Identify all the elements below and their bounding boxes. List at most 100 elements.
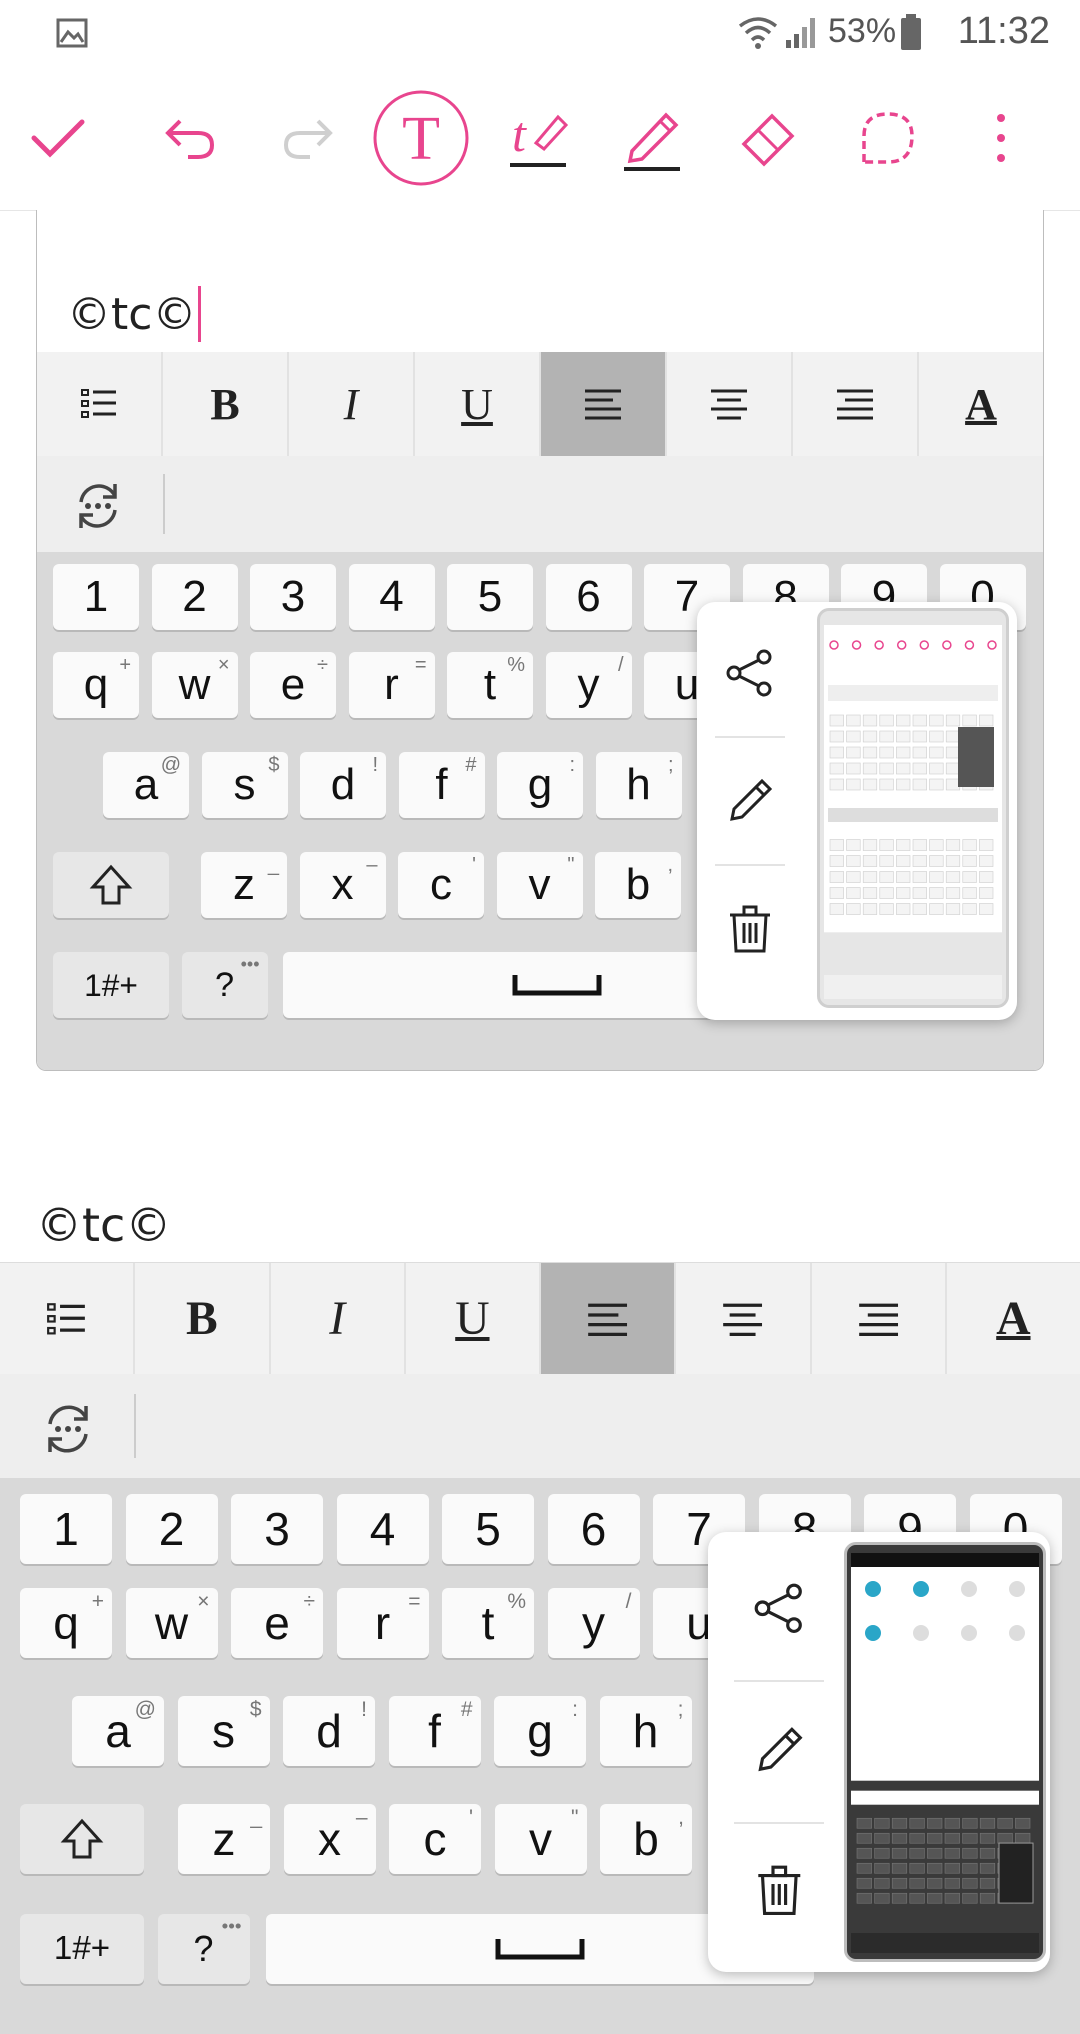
key-c[interactable]: c ' [389, 1804, 481, 1874]
align-right-icon [858, 1303, 898, 1336]
lasso-button[interactable] [856, 66, 920, 210]
share-button[interactable] [705, 638, 795, 708]
format-list-button[interactable] [0, 1263, 136, 1375]
key-r[interactable]: r = [336, 1588, 429, 1658]
underline-button[interactable]: U [406, 1263, 541, 1375]
key-6[interactable]: 6 [547, 1494, 640, 1564]
key-x[interactable]: x – [299, 852, 386, 918]
format-align-center-button[interactable] [667, 352, 793, 456]
key-q[interactable]: q + [53, 652, 139, 718]
format-align-left-button[interactable] [541, 1263, 677, 1375]
symbols-key[interactable]: 1#+ [53, 952, 169, 1018]
key-g[interactable]: g: [497, 752, 583, 818]
key-d[interactable]: d! [300, 752, 386, 818]
key-z[interactable]: z _ [178, 1804, 270, 1874]
key-a[interactable]: a @ [72, 1696, 164, 1766]
format-align-center-button[interactable] [676, 1263, 812, 1375]
key-s[interactable]: s $ [201, 752, 288, 818]
key-t[interactable]: t% [442, 1588, 534, 1658]
key-e[interactable]: e ÷ [250, 652, 336, 718]
key-f[interactable]: f # [398, 752, 485, 818]
key-label: d [330, 760, 356, 809]
delete-button[interactable] [724, 1854, 834, 1928]
bold-button[interactable]: B [163, 352, 289, 456]
delete-button[interactable] [705, 894, 795, 964]
key-5[interactable]: 5 [442, 1494, 534, 1564]
font-color-button[interactable]: A [947, 1263, 1080, 1375]
share-button[interactable] [724, 1572, 834, 1646]
key-6[interactable]: 6 [545, 564, 632, 630]
key-v[interactable]: v " [496, 852, 583, 918]
underline-button[interactable]: U [415, 352, 541, 456]
key-h[interactable]: h; [595, 752, 682, 818]
sync-more-icon[interactable] [71, 480, 125, 530]
italic-button[interactable]: I [289, 352, 415, 456]
italic-button[interactable]: I [271, 1263, 406, 1375]
key-b[interactable]: b, [595, 852, 681, 918]
key-5[interactable]: 5 [447, 564, 533, 630]
key-e[interactable]: e ÷ [231, 1588, 323, 1658]
more-options-button[interactable] [976, 66, 1026, 210]
handwriting-button[interactable]: t [506, 66, 570, 210]
key-3[interactable]: 3 [231, 1494, 323, 1564]
key-h[interactable]: h; [599, 1696, 692, 1766]
key-w[interactable]: w × [125, 1588, 218, 1658]
confirm-button[interactable] [20, 66, 96, 210]
key-b[interactable]: b, [600, 1804, 692, 1874]
embedded-screenshot[interactable]: ©tc© BIUA 1 2 3 4 5 6 7 8 9 0 q + w × e ÷ r = t% y / u a @ s $ d! f… [36, 210, 1044, 1071]
pen-button[interactable] [620, 66, 684, 210]
key-1[interactable]: 1 [20, 1494, 112, 1564]
key-d[interactable]: d! [283, 1696, 375, 1766]
text-mode-button[interactable]: T [372, 66, 470, 210]
key-v[interactable]: v " [494, 1804, 587, 1874]
shift-icon [89, 864, 133, 905]
format-align-left-button[interactable] [541, 352, 667, 456]
shift-key[interactable] [20, 1804, 144, 1874]
key-c[interactable]: c ' [398, 852, 484, 918]
screenshot-thumbnail[interactable] [844, 1542, 1046, 1962]
format-align-right-button[interactable] [812, 1263, 947, 1375]
key-1[interactable]: 1 [53, 564, 139, 630]
eraser-button[interactable] [736, 66, 800, 210]
key-a[interactable]: a @ [103, 752, 189, 818]
key-q[interactable]: q + [20, 1588, 112, 1658]
key-x[interactable]: x – [283, 1804, 376, 1874]
shift-key[interactable] [53, 852, 169, 918]
key-r[interactable]: r = [348, 652, 435, 718]
key-z[interactable]: z _ [201, 852, 287, 918]
sync-more-icon[interactable] [40, 1402, 96, 1454]
suggestion-bar [0, 1374, 1080, 1478]
punctuation-key[interactable]: ? ••• [157, 1914, 250, 1984]
key-label: 1#+ [84, 966, 138, 1003]
symbols-key[interactable]: 1#+ [20, 1914, 144, 1984]
key-g[interactable]: g: [494, 1696, 586, 1766]
font-color-button[interactable]: A [919, 352, 1043, 456]
edit-button[interactable] [724, 1714, 834, 1788]
key-f[interactable]: f # [388, 1696, 481, 1766]
key-label: h [632, 1705, 659, 1757]
key-y[interactable]: y / [547, 1588, 640, 1658]
key-2[interactable]: 2 [125, 1494, 218, 1564]
screenshot-thumbnail[interactable] [817, 608, 1009, 1008]
key-w[interactable]: w × [151, 652, 238, 718]
format-align-right-button[interactable] [793, 352, 919, 456]
key-y[interactable]: y / [545, 652, 632, 718]
key-s[interactable]: s $ [177, 1696, 270, 1766]
key-t[interactable]: t% [447, 652, 533, 718]
format-list-button[interactable] [37, 352, 163, 456]
note-text[interactable]: ©tc© [36, 1198, 171, 1252]
redo-button[interactable] [268, 66, 348, 210]
card-format-bar: BIU A [37, 352, 1043, 456]
punctuation-key[interactable]: ? ••• [181, 952, 268, 1018]
key-2[interactable]: 2 [151, 564, 238, 630]
underline-label: U [461, 379, 493, 429]
undo-button[interactable] [150, 66, 230, 210]
key-4[interactable]: 4 [348, 564, 435, 630]
edit-button[interactable] [705, 766, 795, 836]
key-label: 5 [475, 1503, 501, 1555]
status-bar: 53% 11:32 [0, 0, 1080, 66]
key-3[interactable]: 3 [250, 564, 336, 630]
bold-button[interactable]: B [135, 1263, 271, 1375]
key-hint: = [414, 654, 427, 676]
key-4[interactable]: 4 [336, 1494, 429, 1564]
